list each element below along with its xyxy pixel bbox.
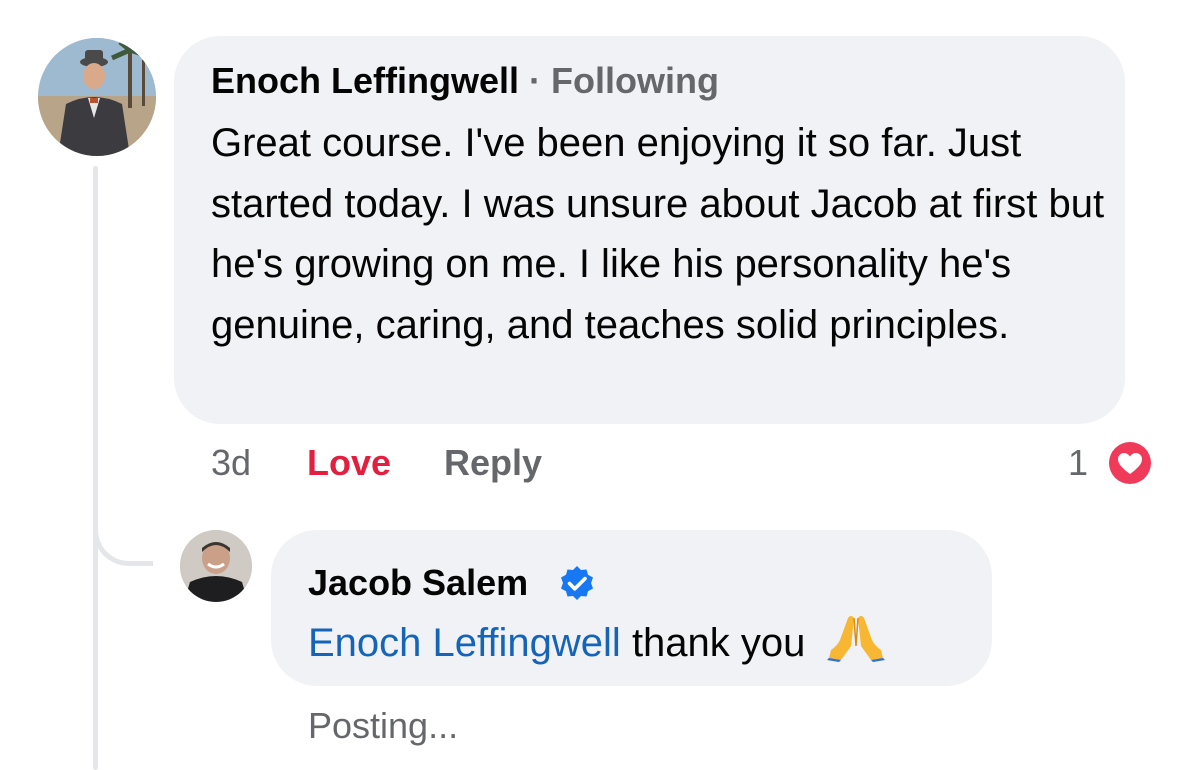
folded-hands-emoji-icon [826, 616, 885, 662]
following-status[interactable]: Following [551, 60, 719, 101]
comment-author-name[interactable]: Enoch Leffingwell [211, 60, 519, 101]
verified-badge-icon [561, 566, 593, 600]
mention-link[interactable]: Enoch Leffingwell [308, 621, 621, 665]
comment-text: Great course. I've been enjoying it so f… [211, 121, 1105, 347]
profile-photo-icon [180, 530, 252, 602]
love-heart-icon[interactable] [1104, 437, 1156, 489]
replier-avatar[interactable] [180, 530, 252, 602]
reply-text: thank you [631, 621, 806, 665]
love-button[interactable]: Love [307, 440, 391, 486]
reply-text-line: Enoch Leffingwell thank you [308, 612, 885, 670]
profile-photo-icon [38, 38, 156, 156]
reply-button[interactable]: Reply [444, 440, 542, 486]
reaction-count[interactable]: 1 [1068, 440, 1088, 486]
reply-connector [93, 470, 153, 566]
reply-author-name[interactable]: Jacob Salem [308, 560, 528, 606]
comment-header: Enoch Leffingwell · Following [211, 58, 719, 104]
commenter-avatar[interactable] [38, 38, 156, 156]
thread-line [93, 166, 98, 770]
posting-status: Posting... [308, 705, 459, 746]
header-separator: · [529, 60, 542, 101]
comment-timestamp[interactable]: 3d [211, 440, 251, 486]
